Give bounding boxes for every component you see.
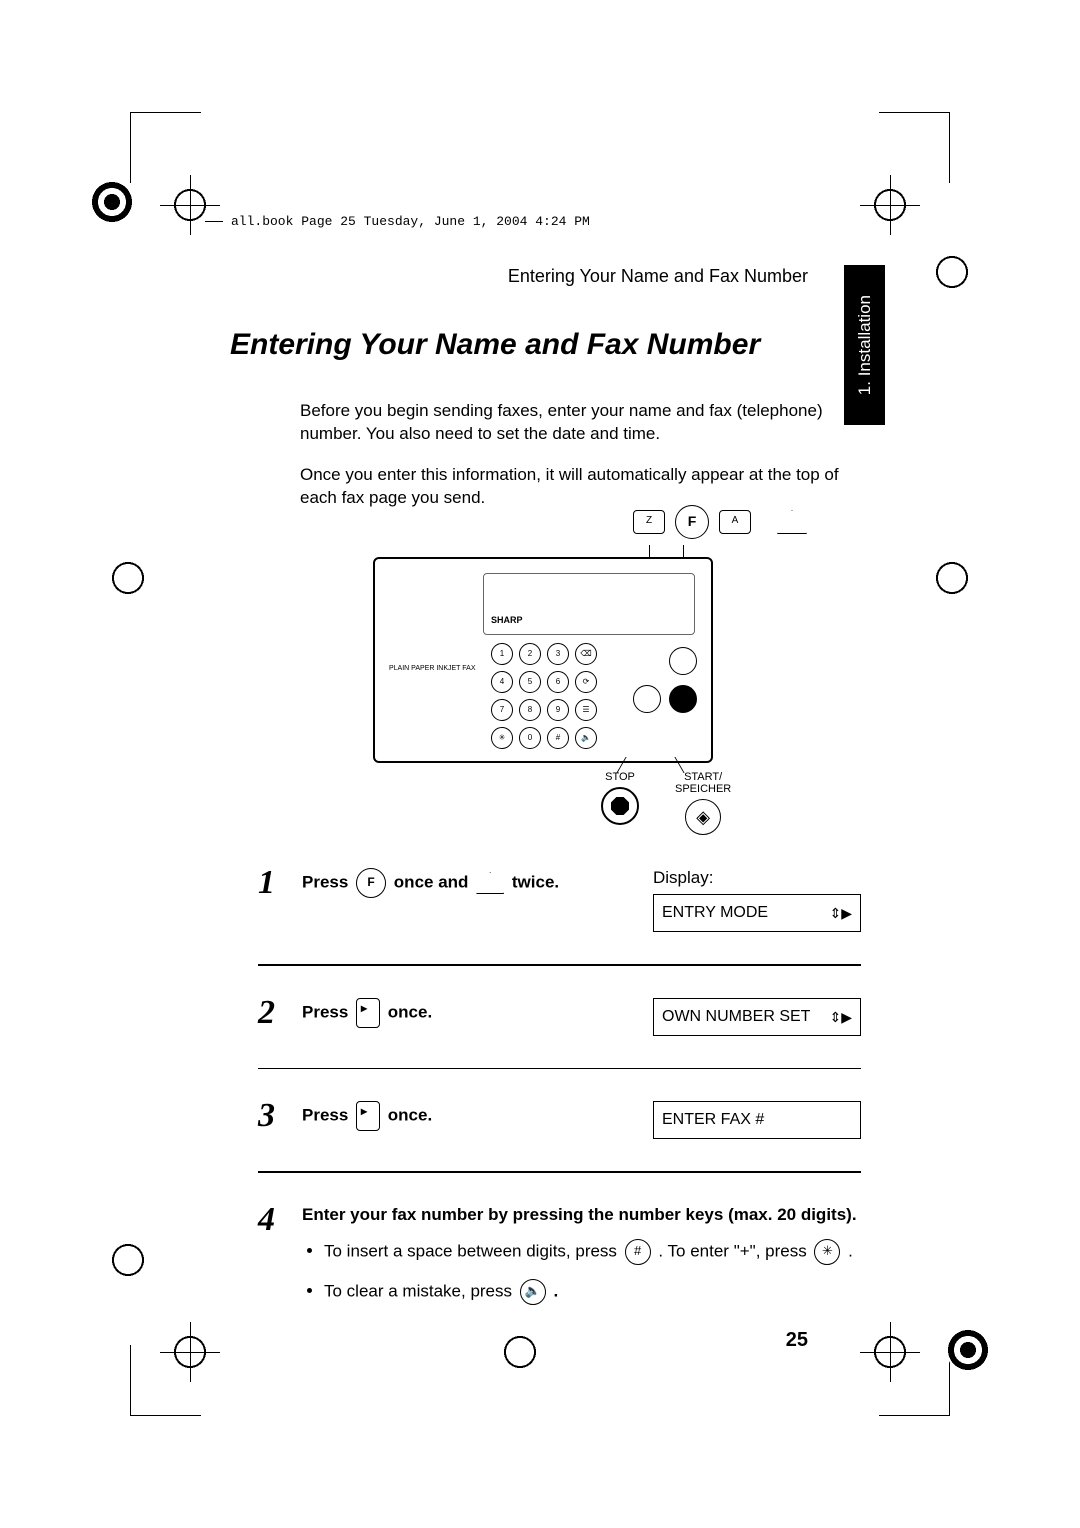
display-readout: OWN NUMBER SET ⇕▶: [653, 998, 861, 1036]
crosshair-icon: [860, 175, 920, 235]
crosshair-icon: [860, 1322, 920, 1382]
crop-mark: [879, 112, 950, 183]
registration-mark-icon: [932, 558, 972, 598]
page-title: Entering Your Name and Fax Number: [230, 328, 760, 362]
step-2: 2 Press once. OWN NUMBER SET ⇕▶: [258, 992, 861, 1042]
speaker-key-icon: 🔈: [520, 1279, 546, 1305]
triangle-key-icon: [777, 510, 807, 534]
function-key-icon: F: [356, 868, 386, 898]
stop-button-icon: [601, 787, 639, 825]
start-key-icon: [669, 685, 697, 713]
registration-mark-icon: [940, 1322, 996, 1378]
z-key-icon: Z: [633, 510, 665, 534]
running-head: Entering Your Name and Fax Number: [508, 266, 808, 287]
numeric-keypad: 123⌫ 456⟳ 789☰ ✳0#🔈: [491, 643, 597, 749]
lcd-screen: [483, 573, 695, 635]
model-label: PLAIN PAPER INKJET FAX: [389, 665, 476, 672]
right-nav-key-icon: [356, 998, 380, 1028]
display-label: Display:: [653, 868, 861, 888]
instruction-steps: 1 Press F once and twice. Display: ENTRY…: [258, 862, 861, 1325]
updown-right-arrow-icon: ⇕▶: [830, 1010, 853, 1024]
triangle-key-icon: [476, 872, 504, 894]
step-4-bullet: To insert a space between digits, press …: [324, 1239, 861, 1265]
step-4: 4 Enter your fax number by pressing the …: [258, 1199, 861, 1325]
display-readout: ENTRY MODE ⇕▶: [653, 894, 861, 932]
display-readout: ENTER FAX #: [653, 1101, 861, 1139]
crop-mark: [130, 112, 201, 183]
start-label: START/ SPEICHER: [675, 771, 731, 795]
stop-label: STOP: [605, 771, 635, 783]
crosshair-icon: [160, 1322, 220, 1382]
fax-machine-illustration: Z F A SHARP PLAIN PAPER INKJET FAX 123⌫ …: [373, 513, 763, 783]
registration-mark-icon: [500, 1332, 540, 1372]
copy-key-icon: [669, 647, 697, 675]
function-key-icon: F: [675, 505, 709, 539]
right-nav-key-icon: [356, 1101, 380, 1131]
star-key-icon: ✳: [814, 1239, 840, 1265]
framemaker-header: all.book Page 25 Tuesday, June 1, 2004 4…: [205, 195, 810, 248]
step-1: 1 Press F once and twice. Display: ENTRY…: [258, 862, 861, 938]
a-key-icon: A: [719, 510, 751, 534]
page-number: 25: [786, 1329, 808, 1352]
stop-key-icon: [633, 685, 661, 713]
registration-mark-icon: [932, 252, 972, 292]
start-button-icon: ◈: [685, 799, 721, 835]
step-3: 3 Press once. ENTER FAX #: [258, 1095, 861, 1145]
updown-right-arrow-icon: ⇕▶: [830, 906, 853, 920]
registration-mark-icon: [84, 174, 140, 230]
hash-key-icon: #: [625, 1239, 651, 1265]
registration-mark-icon: [108, 1240, 148, 1280]
step-4-bullet: To clear a mistake, press 🔈 .: [324, 1279, 861, 1305]
registration-mark-icon: [108, 558, 148, 598]
